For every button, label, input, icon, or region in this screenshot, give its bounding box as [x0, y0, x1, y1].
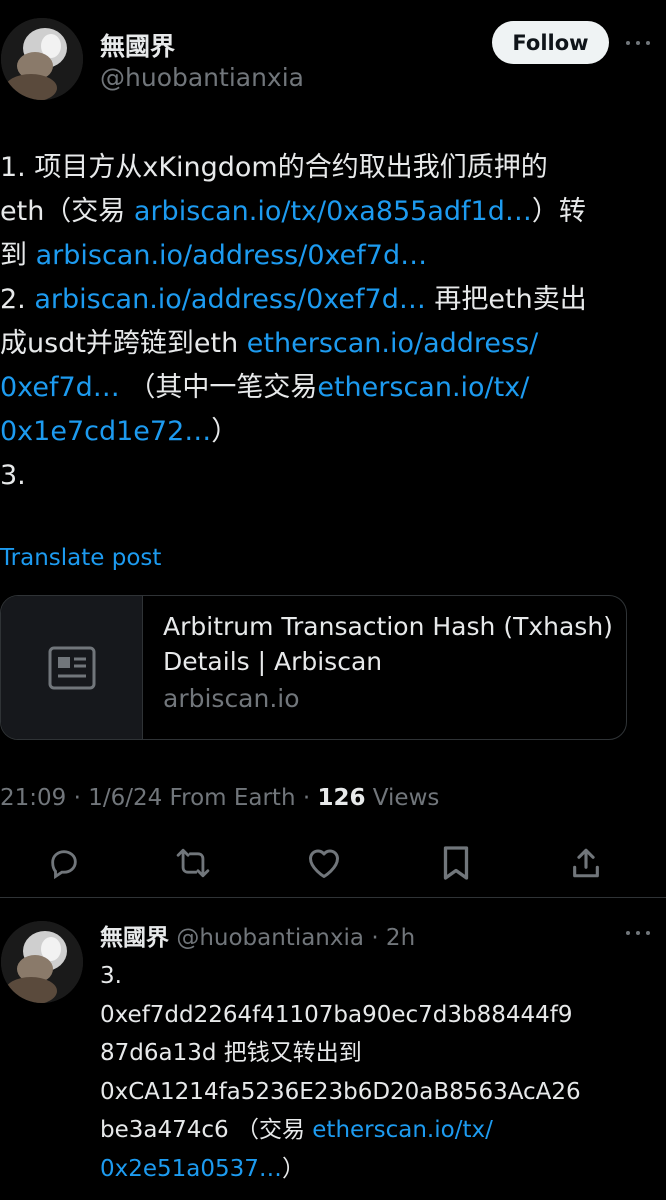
text-line: 0xef7d… （其中一笔交易etherscan.io/tx/ [0, 366, 660, 410]
share-icon[interactable] [566, 843, 606, 883]
text-segment: 2. [0, 284, 35, 315]
reply-icon[interactable] [44, 843, 84, 883]
card-title-line1: Arbitrum Transaction Hash (Txhash) [163, 612, 613, 641]
text-segment: ） [211, 416, 239, 447]
author-avatar[interactable] [1, 18, 83, 100]
like-icon[interactable] [304, 843, 344, 883]
text-line: 2. arbiscan.io/address/0xef7d… 再把eth卖出 [0, 278, 660, 322]
author-handle[interactable]: @huobantianxia [100, 63, 304, 92]
reply-header: 無國界 @huobantianxia · 2h [100, 918, 415, 952]
text-segment: 3. [100, 963, 122, 989]
reply-author-avatar[interactable] [1, 921, 83, 1003]
inline-link[interactable]: 0xef7d… [0, 372, 120, 403]
text-line: 3. [0, 454, 660, 498]
follow-button[interactable]: Follow [492, 21, 609, 64]
reply-time[interactable]: · 2h [371, 925, 415, 951]
text-line: 0xCA1214fa5236E23b6D20aB8563AcA26 [100, 1073, 581, 1112]
inline-link[interactable]: arbiscan.io/tx/0xa855adf1d… [134, 196, 532, 227]
text-segment: ）转 [531, 196, 586, 227]
card-title-line2: Details | Arbiscan [163, 647, 383, 676]
bookmark-icon[interactable] [436, 843, 476, 883]
divider [0, 897, 666, 898]
text-line: 0x1e7cd1e72…） [0, 410, 660, 454]
text-line: 到 arbiscan.io/address/0xef7d… [0, 234, 660, 278]
link-preview-card[interactable]: Arbitrum Transaction Hash (Txhash) Detai… [0, 595, 627, 740]
text-segment: 87d6a13d 把钱又转出到 [100, 1040, 362, 1066]
views-label: Views [365, 785, 440, 811]
views-count: 126 [317, 785, 366, 811]
inline-link[interactable]: etherscan.io/address/ [247, 328, 538, 359]
inline-link[interactable]: arbiscan.io/address/0xef7d… [36, 240, 428, 271]
post-meta: 21:09 · 1/6/24 From Earth · 126 Views [0, 785, 439, 811]
inline-link[interactable]: etherscan.io/tx/ [312, 1117, 493, 1143]
text-line: 3. [100, 957, 581, 996]
text-line: 0x2e51a0537…） [100, 1150, 581, 1189]
reply-more-options-icon[interactable] [624, 928, 654, 938]
text-segment: 1. 项目方从xKingdom的合约取出我们质押的 [0, 152, 548, 183]
post-text: 1. 项目方从xKingdom的合约取出我们质押的 eth（交易 arbiscan… [0, 146, 660, 498]
reply-author-name[interactable]: 無國界 [100, 925, 169, 951]
text-line: 0xef7dd2264f41107ba90ec7d3b88444f9 [100, 996, 581, 1035]
text-line: eth（交易 arbiscan.io/tx/0xa855adf1d…）转 [0, 190, 660, 234]
text-line: 1. 项目方从xKingdom的合约取出我们质押的 [0, 146, 660, 190]
reply-author-handle[interactable]: @huobantianxia [176, 925, 364, 951]
text-segment: 0xCA1214fa5236E23b6D20aB8563AcA26 [100, 1078, 581, 1105]
text-segment: 再把eth卖出 [425, 284, 587, 315]
translate-post-link[interactable]: Translate post [0, 545, 161, 571]
text-segment: 成usdt并跨链到eth [0, 328, 247, 359]
reply-text: 3. 0xef7dd2264f41107ba90ec7d3b88444f9 87d6… [100, 957, 581, 1188]
text-segment: ） [281, 1155, 305, 1182]
post-timestamp[interactable]: 21:09 · 1/6/24 From Earth · [0, 785, 317, 811]
text-segment: 0xef7dd2264f41107ba90ec7d3b88444f9 [100, 1001, 573, 1028]
text-segment: 3. [0, 460, 26, 491]
text-segment: 到 [0, 240, 36, 271]
inline-link[interactable]: 0x1e7cd1e72… [0, 416, 211, 447]
text-line: be3a474c6 （交易 etherscan.io/tx/ [100, 1111, 581, 1150]
more-options-icon[interactable] [624, 38, 654, 48]
inline-link[interactable]: 0x2e51a0537… [100, 1156, 282, 1182]
text-line: 87d6a13d 把钱又转出到 [100, 1034, 581, 1073]
author-name[interactable]: 無國界 [100, 27, 175, 63]
text-segment: be3a474c6 （交易 [100, 1117, 313, 1143]
article-icon [1, 596, 143, 739]
card-domain: arbiscan.io [163, 684, 300, 713]
inline-link[interactable]: etherscan.io/tx/ [317, 372, 529, 403]
retweet-icon[interactable] [173, 843, 213, 883]
text-line: 成usdt并跨链到eth etherscan.io/address/ [0, 322, 660, 366]
text-segment: （其中一笔交易 [119, 372, 318, 403]
inline-link[interactable]: arbiscan.io/address/0xef7d… [34, 284, 426, 315]
text-segment: eth（交易 [0, 196, 134, 227]
